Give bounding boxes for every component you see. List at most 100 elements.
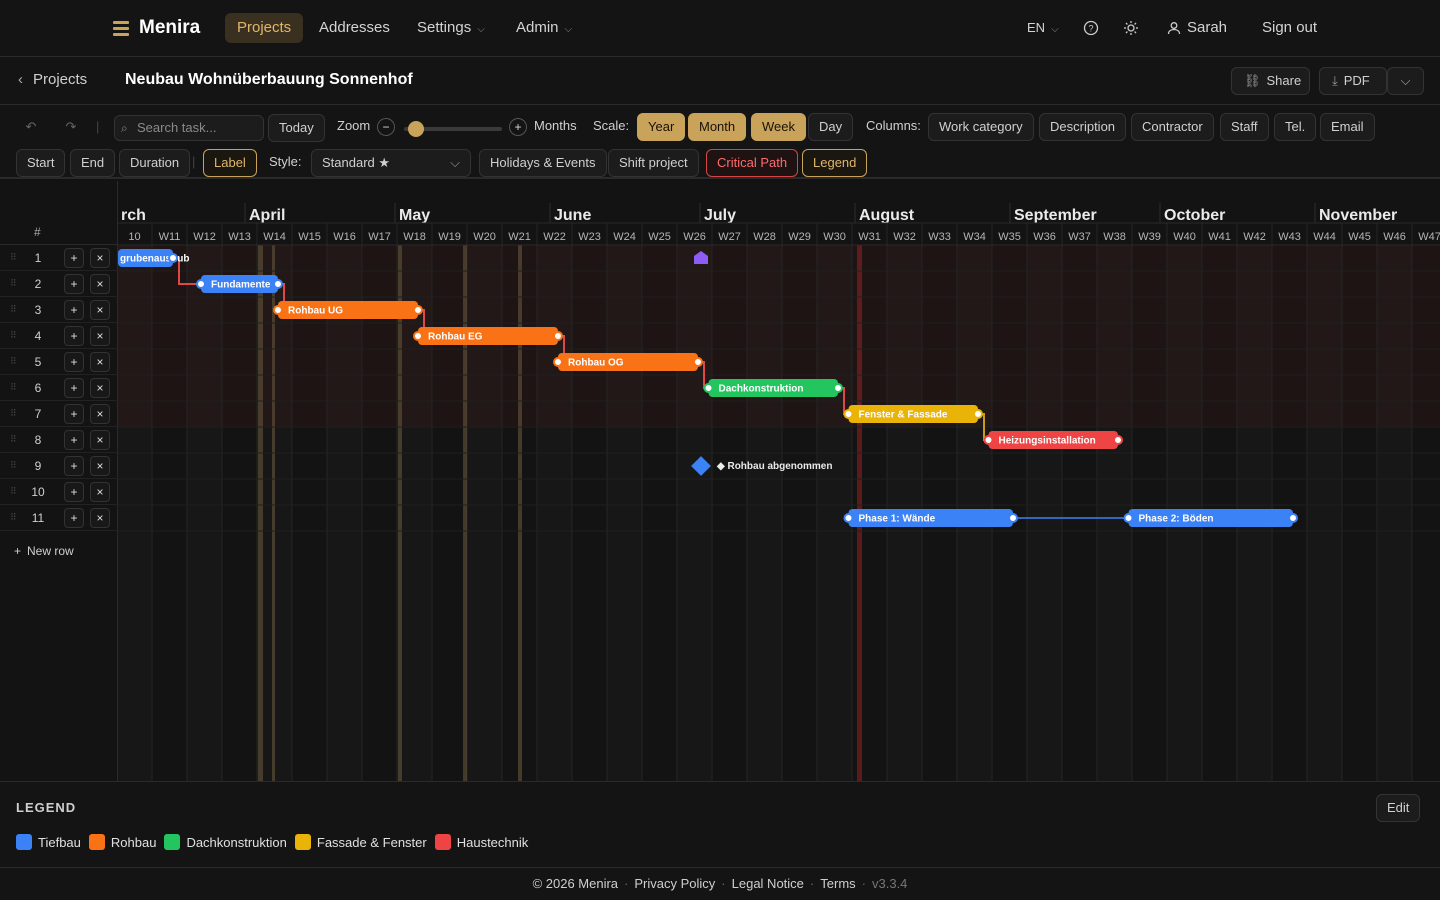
week-tick-label: W17 bbox=[368, 231, 391, 243]
style-select[interactable]: Standard ★ ⌵ bbox=[311, 149, 471, 177]
nav-projects[interactable]: Projects bbox=[225, 13, 304, 43]
month-label: August bbox=[859, 207, 915, 224]
holidays-events-button[interactable]: Holidays & Events bbox=[479, 149, 607, 177]
column-email[interactable]: Email bbox=[1320, 113, 1375, 141]
zoom-slider-thumb[interactable] bbox=[408, 121, 425, 137]
week-tick-label: 10 bbox=[128, 231, 140, 243]
legend-item-label: Tiefbau bbox=[38, 834, 81, 850]
scale-day-button[interactable]: Day bbox=[808, 113, 854, 141]
shift-project-button[interactable]: Shift project bbox=[608, 149, 699, 177]
column-description[interactable]: Description bbox=[1039, 113, 1127, 141]
search-input[interactable]: ⌕ Search task... bbox=[114, 115, 264, 141]
column-tel[interactable]: Tel. bbox=[1274, 113, 1317, 141]
share-button[interactable]: ⛓ Share bbox=[1231, 67, 1310, 95]
column-staff[interactable]: Staff bbox=[1220, 113, 1269, 141]
page-title: Neubau Wohnüberbauung Sonnenhof bbox=[125, 71, 413, 88]
column-duration[interactable]: Duration bbox=[119, 149, 191, 177]
delete-row-button[interactable]: × bbox=[90, 456, 110, 476]
add-row-button[interactable]: + bbox=[64, 456, 84, 476]
column-work-category[interactable]: Work category bbox=[928, 113, 1034, 141]
delete-row-button[interactable]: × bbox=[90, 404, 110, 424]
delete-row-button[interactable]: × bbox=[90, 300, 110, 320]
legend-swatch bbox=[434, 834, 451, 850]
drag-handle-icon[interactable]: ⠿ bbox=[10, 252, 17, 263]
user-menu[interactable]: Sarah bbox=[1167, 13, 1227, 43]
delete-row-button[interactable]: × bbox=[90, 248, 110, 268]
add-row-button[interactable]: + bbox=[64, 508, 84, 528]
drag-handle-icon[interactable]: ⠿ bbox=[10, 304, 17, 315]
help-icon[interactable]: ? bbox=[1083, 13, 1099, 43]
delete-row-button[interactable]: × bbox=[90, 274, 110, 294]
delete-row-button[interactable]: × bbox=[90, 430, 110, 450]
scale-year-button[interactable]: Year bbox=[637, 113, 686, 141]
add-row-button[interactable]: + bbox=[64, 300, 84, 320]
add-row-button[interactable]: + bbox=[64, 248, 84, 268]
drag-handle-icon[interactable]: ⠿ bbox=[10, 382, 17, 393]
delete-row-button[interactable]: × bbox=[90, 378, 110, 398]
delete-row-button[interactable]: × bbox=[90, 352, 110, 372]
undo-icon[interactable]: ↶ bbox=[14, 113, 48, 141]
zoom-in-button[interactable]: + bbox=[509, 118, 527, 136]
new-row-button[interactable]: + New row bbox=[14, 544, 74, 558]
delete-row-button[interactable]: × bbox=[90, 508, 110, 528]
add-row-button[interactable]: + bbox=[64, 482, 84, 502]
drag-handle-icon[interactable]: ⠿ bbox=[10, 512, 17, 523]
table-row: ⠿ 1 + × bbox=[0, 245, 118, 271]
export-menu-button[interactable]: ⌵ bbox=[1387, 67, 1424, 95]
add-row-button[interactable]: + bbox=[64, 404, 84, 424]
zoom-out-button[interactable]: − bbox=[377, 118, 395, 136]
legal-notice-link[interactable]: Legal Notice bbox=[732, 876, 804, 891]
add-row-button[interactable]: + bbox=[64, 274, 84, 294]
add-row-button[interactable]: + bbox=[64, 378, 84, 398]
month-label: June bbox=[554, 207, 591, 224]
language-select[interactable]: EN ⌵ bbox=[1027, 13, 1059, 43]
label-toggle[interactable]: Label bbox=[203, 149, 257, 177]
week-column bbox=[1097, 245, 1132, 781]
privacy-link[interactable]: Privacy Policy bbox=[634, 876, 715, 891]
critical-path-toggle[interactable]: Critical Path bbox=[706, 149, 799, 177]
add-row-button[interactable]: + bbox=[64, 430, 84, 450]
drag-handle-icon[interactable]: ⠿ bbox=[10, 408, 17, 419]
task-start-handle bbox=[553, 357, 563, 367]
week-column bbox=[397, 245, 432, 781]
drag-handle-icon[interactable]: ⠿ bbox=[10, 278, 17, 289]
scale-month-button[interactable]: Month bbox=[688, 113, 747, 141]
column-contractor[interactable]: Contractor bbox=[1131, 113, 1214, 141]
drag-handle-icon[interactable]: ⠿ bbox=[10, 486, 17, 497]
drag-handle-icon[interactable]: ⠿ bbox=[10, 460, 17, 471]
week-column bbox=[1377, 245, 1412, 781]
row-number: 4 bbox=[34, 329, 42, 343]
redo-icon[interactable]: ↷ bbox=[54, 113, 88, 141]
column-start[interactable]: Start bbox=[16, 149, 66, 177]
drag-handle-icon[interactable]: ⠿ bbox=[10, 434, 17, 445]
month-label: September bbox=[1014, 207, 1097, 224]
drag-handle-icon[interactable]: ⠿ bbox=[10, 330, 17, 341]
week-tick-label: W35 bbox=[998, 231, 1021, 243]
nav-settings[interactable]: Settings ⌵ bbox=[405, 13, 497, 43]
gantt-chart: 10 W11 W12 W13 W14 W15 W16 W17 W18 W19 W20 W21 W22 W2… bbox=[0, 181, 1440, 781]
terms-link[interactable]: Terms bbox=[820, 876, 855, 891]
add-row-button[interactable]: + bbox=[64, 326, 84, 346]
scale-week-button[interactable]: Week bbox=[751, 113, 806, 141]
legend-toggle[interactable]: Legend bbox=[802, 149, 868, 177]
sign-out-link[interactable]: Sign out bbox=[1262, 13, 1317, 43]
legend-edit-button[interactable]: Edit bbox=[1376, 794, 1421, 822]
zoom-slider[interactable] bbox=[404, 121, 502, 137]
table-row: ⠿ 5 + × bbox=[0, 349, 118, 375]
column-end[interactable]: End bbox=[70, 149, 116, 177]
add-row-button[interactable]: + bbox=[64, 352, 84, 372]
task-start-handle bbox=[983, 435, 994, 445]
nav-admin[interactable]: Admin ⌵ bbox=[504, 13, 584, 43]
pdf-button[interactable]: ⤓ PDF bbox=[1319, 67, 1387, 95]
delete-row-button[interactable]: × bbox=[90, 326, 110, 346]
delete-row-button[interactable]: × bbox=[90, 482, 110, 502]
app-logo[interactable]: Menira bbox=[113, 17, 200, 39]
nav-addresses[interactable]: Addresses bbox=[307, 13, 402, 43]
theme-toggle-icon[interactable] bbox=[1123, 13, 1139, 43]
row-number: 10 bbox=[31, 485, 45, 499]
task-label: Rohbau EG bbox=[428, 332, 483, 343]
back-to-projects[interactable]: ‹ Projects bbox=[18, 71, 87, 88]
table-row: ⠿ 3 + × bbox=[0, 297, 118, 323]
drag-handle-icon[interactable]: ⠿ bbox=[10, 356, 17, 367]
today-button[interactable]: Today bbox=[268, 114, 325, 142]
